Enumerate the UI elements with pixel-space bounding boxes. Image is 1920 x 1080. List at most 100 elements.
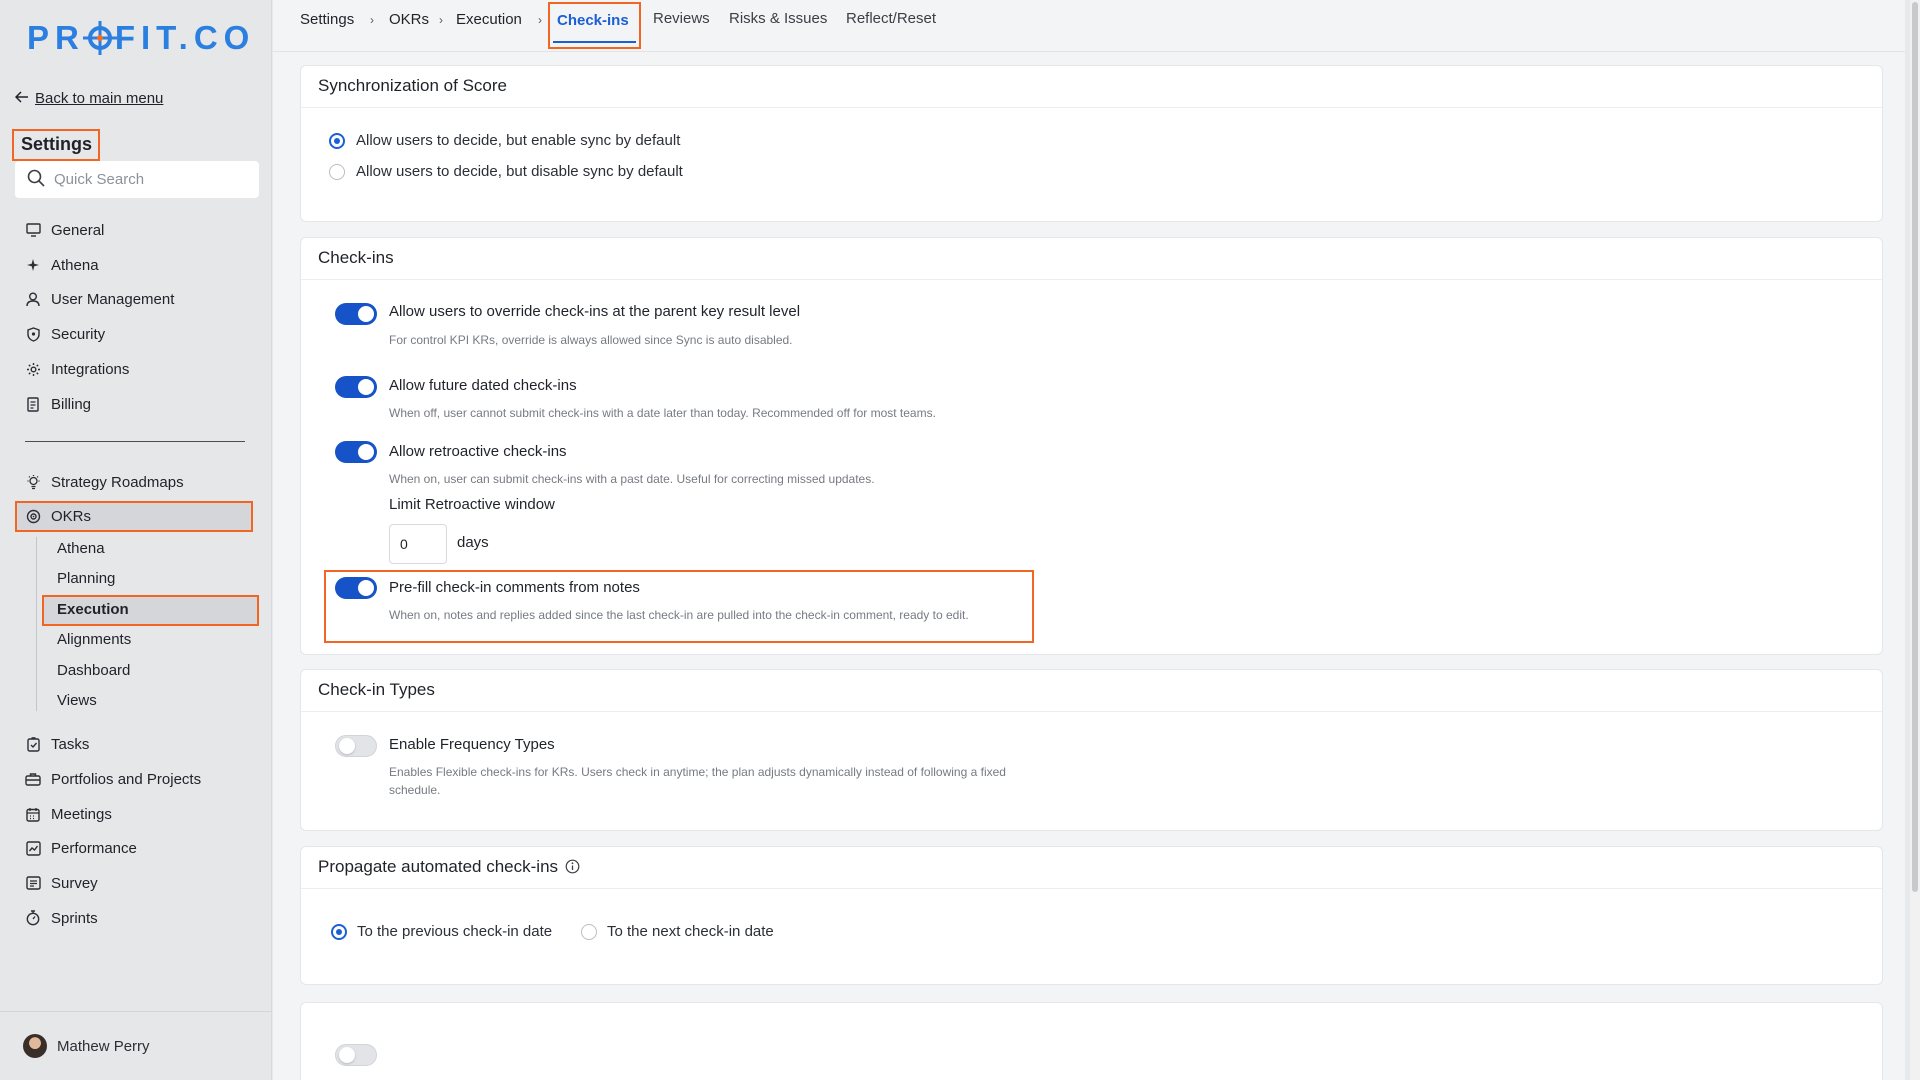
retroactive-desc: When on, user can submit check-ins with … bbox=[389, 472, 875, 486]
override-desc: For control KPI KRs, override is always … bbox=[389, 333, 793, 347]
sidebar-item-label: Survey bbox=[51, 874, 98, 892]
active-tab-underline bbox=[553, 41, 636, 43]
retroactive-title: Allow retroactive check-ins bbox=[389, 443, 567, 460]
okrs-sub-dashboard[interactable]: Dashboard bbox=[57, 662, 130, 679]
propagate-option-label: To the previous check-in date bbox=[357, 923, 553, 940]
sidebar-item-billing[interactable]: Billing bbox=[25, 392, 91, 416]
radio-selected[interactable] bbox=[331, 923, 347, 940]
vertical-scrollbar[interactable] bbox=[1910, 0, 1920, 1080]
tab-reviews[interactable]: Reviews bbox=[653, 10, 710, 27]
quick-search-input[interactable]: Quick Search bbox=[15, 161, 259, 198]
gear-icon bbox=[25, 361, 41, 377]
okrs-sub-planning[interactable]: Planning bbox=[57, 570, 115, 587]
sidebar-item-athena[interactable]: Athena bbox=[25, 253, 99, 277]
override-toggle[interactable] bbox=[335, 303, 377, 325]
logo-text-right: FIT.CO bbox=[114, 19, 256, 56]
chart-icon bbox=[25, 840, 41, 856]
retro-window-input[interactable]: 0 bbox=[389, 524, 447, 564]
frequency-types-desc-line1: Enables Flexible check-ins for KRs. User… bbox=[389, 765, 1006, 779]
submenu-guide-line bbox=[36, 537, 37, 711]
check-ins-title: Check-ins bbox=[301, 238, 1882, 280]
future-dated-title: Allow future dated check-ins bbox=[389, 377, 577, 394]
sidebar-item-strategy-roadmaps[interactable]: Strategy Roadmaps bbox=[25, 470, 184, 494]
sidebar-item-portfolios[interactable]: Portfolios and Projects bbox=[25, 767, 201, 791]
sidebar-item-survey[interactable]: Survey bbox=[25, 871, 98, 895]
sidebar-item-user-management[interactable]: User Management bbox=[25, 287, 174, 311]
sidebar-item-label: Billing bbox=[51, 395, 92, 413]
logo-target-icon bbox=[87, 26, 112, 50]
breadcrumb-settings[interactable]: Settings bbox=[300, 11, 354, 28]
search-placeholder: Quick Search bbox=[54, 171, 145, 188]
next-setting-toggle[interactable] bbox=[335, 1044, 377, 1066]
settings-heading: Settings bbox=[12, 129, 100, 161]
sidebar-item-performance[interactable]: Performance bbox=[25, 836, 137, 860]
breadcrumb-separator-icon: › bbox=[370, 13, 374, 27]
user-name: Mathew Perry bbox=[57, 1037, 150, 1055]
propagate-option-label: To the next check-in date bbox=[607, 923, 774, 940]
back-to-main-menu-link[interactable]: Back to main menu bbox=[14, 90, 164, 107]
tab-reflect-reset[interactable]: Reflect/Reset bbox=[846, 10, 936, 27]
sync-option-label: Allow users to decide, but enable sync b… bbox=[356, 132, 681, 149]
back-link-label: Back to main menu bbox=[35, 90, 164, 107]
sidebar-item-security[interactable]: Security bbox=[25, 322, 105, 346]
propagate-title: Propagate automated check-ins bbox=[318, 857, 559, 876]
sidebar-item-label: Portfolios and Projects bbox=[51, 770, 202, 788]
sidebar-item-label: Integrations bbox=[51, 360, 130, 378]
user-profile[interactable]: Mathew Perry bbox=[0, 1011, 272, 1080]
radio-unselected[interactable] bbox=[581, 923, 597, 940]
breadcrumb-execution[interactable]: Execution bbox=[456, 11, 522, 28]
top-navigation: Settings › OKRs › Execution › Check-ins … bbox=[273, 0, 1905, 52]
retroactive-toggle[interactable] bbox=[335, 441, 377, 463]
sidebar-item-meetings[interactable]: Meetings bbox=[25, 802, 112, 826]
tab-risks-issues[interactable]: Risks & Issues bbox=[729, 10, 827, 27]
target-icon bbox=[25, 508, 41, 524]
sidebar-item-sprints[interactable]: Sprints bbox=[25, 906, 98, 930]
sync-option-enable[interactable]: Allow users to decide, but enable sync b… bbox=[329, 132, 680, 149]
receipt-icon bbox=[25, 396, 41, 412]
tab-label: Check-ins bbox=[557, 12, 629, 29]
propagate-header: Propagate automated check-ins bbox=[301, 847, 1882, 889]
sync-score-card: Synchronization of Score Allow users to … bbox=[300, 65, 1883, 222]
scrollbar-thumb[interactable] bbox=[1912, 2, 1918, 892]
shield-icon bbox=[25, 326, 41, 342]
okrs-sub-athena[interactable]: Athena bbox=[57, 540, 105, 557]
future-dated-toggle[interactable] bbox=[335, 376, 377, 398]
breadcrumb-okrs[interactable]: OKRs bbox=[389, 11, 429, 28]
calendar-icon bbox=[25, 806, 41, 822]
arrow-left-icon bbox=[14, 90, 29, 107]
okrs-sub-execution[interactable]: Execution bbox=[57, 601, 129, 618]
lightbulb-icon bbox=[25, 474, 41, 490]
override-title: Allow users to override check-ins at the… bbox=[389, 303, 801, 320]
okrs-sub-views[interactable]: Views bbox=[57, 692, 97, 709]
info-icon[interactable] bbox=[565, 859, 580, 879]
profitco-logo[interactable]: PR FIT.CO bbox=[27, 18, 255, 58]
limit-retro-label: Limit Retroactive window bbox=[389, 496, 555, 513]
radio-unselected[interactable] bbox=[329, 163, 345, 180]
breadcrumb-separator-icon: › bbox=[538, 13, 542, 27]
sidebar-item-label: General bbox=[51, 221, 105, 239]
okrs-sub-alignments[interactable]: Alignments bbox=[57, 631, 131, 648]
sidebar-item-label: OKRs bbox=[51, 507, 92, 525]
sidebar-item-label: Performance bbox=[51, 839, 137, 857]
frequency-types-toggle[interactable] bbox=[335, 735, 377, 757]
sidebar-item-label: Sprints bbox=[51, 909, 98, 927]
breadcrumb-separator-icon: › bbox=[439, 13, 443, 27]
survey-icon bbox=[25, 875, 41, 891]
next-settings-card bbox=[300, 1002, 1883, 1080]
retro-window-unit: days bbox=[457, 534, 489, 551]
sidebar-item-label: User Management bbox=[51, 290, 175, 308]
sidebar-item-okrs[interactable]: OKRs bbox=[25, 504, 91, 528]
sidebar-item-tasks[interactable]: Tasks bbox=[25, 732, 89, 756]
sidebar-item-integrations[interactable]: Integrations bbox=[25, 357, 129, 381]
radio-selected[interactable] bbox=[329, 132, 345, 149]
sync-option-disable[interactable]: Allow users to decide, but disable sync … bbox=[329, 163, 683, 180]
briefcase-icon bbox=[25, 771, 41, 787]
tab-check-ins[interactable]: Check-ins bbox=[548, 2, 641, 49]
frequency-types-title: Enable Frequency Types bbox=[389, 736, 555, 753]
check-in-types-card: Check-in Types Enable Frequency Types En… bbox=[300, 669, 1883, 831]
sidebar-item-general[interactable]: General bbox=[25, 218, 104, 242]
prefill-highlight bbox=[324, 570, 1034, 643]
sidebar-divider bbox=[25, 441, 245, 442]
propagate-option-previous[interactable]: To the previous check-in date bbox=[331, 923, 552, 940]
propagate-option-next[interactable]: To the next check-in date bbox=[581, 923, 774, 940]
